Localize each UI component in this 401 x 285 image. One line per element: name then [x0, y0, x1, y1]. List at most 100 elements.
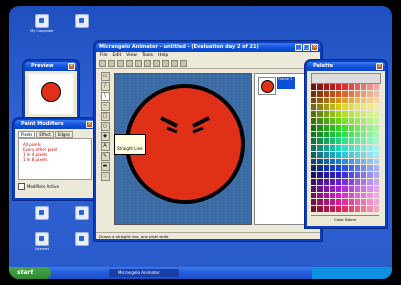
palette-swatch[interactable] — [367, 90, 373, 97]
palette-swatch[interactable] — [317, 104, 323, 111]
palette-swatch[interactable] — [317, 165, 323, 172]
palette-swatch[interactable] — [354, 179, 361, 185]
palette-swatch[interactable] — [367, 192, 373, 199]
palette-swatch[interactable] — [361, 206, 367, 212]
line-tool-icon[interactable]: \ — [100, 92, 110, 101]
palette-swatch[interactable] — [348, 84, 354, 90]
palette-swatch[interactable] — [348, 111, 354, 117]
fill-tool-icon[interactable]: ◆ — [100, 132, 110, 141]
palette-swatch[interactable] — [373, 138, 379, 145]
palette-swatch[interactable] — [336, 145, 342, 151]
palette-swatch[interactable] — [311, 206, 317, 212]
palette-swatch[interactable] — [323, 172, 329, 179]
palette-swatch[interactable] — [373, 145, 379, 151]
palette-swatch[interactable] — [342, 124, 348, 131]
palette-swatch[interactable] — [342, 165, 348, 172]
palette-swatch[interactable] — [373, 165, 379, 172]
palette-swatch[interactable] — [361, 117, 367, 124]
palette-swatch[interactable] — [354, 151, 361, 158]
palette-swatch[interactable] — [336, 179, 342, 185]
palette-swatch[interactable] — [373, 124, 379, 131]
palette-swatch[interactable] — [317, 138, 323, 145]
palette-swatch[interactable] — [373, 199, 379, 206]
palette-swatch[interactable] — [323, 179, 329, 185]
palette-swatch[interactable] — [342, 192, 348, 199]
palette-swatch[interactable] — [348, 131, 354, 138]
palette-swatch[interactable] — [317, 158, 323, 165]
option-1-in-8[interactable]: 1 in 8 pixels — [23, 157, 87, 162]
palette-swatch[interactable] — [373, 158, 379, 165]
palette-swatch[interactable] — [361, 158, 367, 165]
palette-swatch[interactable] — [317, 90, 323, 97]
palette-swatch[interactable] — [323, 104, 329, 111]
eyedropper-tool-icon[interactable]: ✎ — [100, 152, 110, 161]
palette-swatch[interactable] — [348, 172, 354, 179]
palette-swatch[interactable] — [361, 124, 367, 131]
palette-swatch[interactable] — [336, 111, 342, 117]
palette-swatch[interactable] — [317, 172, 323, 179]
paint-modifiers-titlebar[interactable]: Paint Modifiers × — [15, 120, 95, 129]
palette-swatch[interactable] — [323, 90, 329, 97]
palette-swatch[interactable] — [323, 131, 329, 138]
palette-swatch[interactable] — [336, 151, 342, 158]
palette-swatch[interactable] — [311, 145, 317, 151]
palette-swatch[interactable] — [329, 206, 336, 212]
palette-swatch[interactable] — [361, 172, 367, 179]
play-icon[interactable] — [180, 60, 187, 67]
palette-swatch[interactable] — [348, 185, 354, 192]
palette-swatch[interactable] — [348, 199, 354, 206]
palette-swatch[interactable] — [336, 117, 342, 124]
palette-swatch[interactable] — [361, 165, 367, 172]
menu-tools[interactable]: Tools — [142, 52, 153, 59]
palette-swatch[interactable] — [348, 124, 354, 131]
palette-swatch[interactable] — [336, 199, 342, 206]
palette-swatch[interactable] — [329, 172, 336, 179]
palette-swatch[interactable] — [354, 199, 361, 206]
palette-swatch[interactable] — [348, 192, 354, 199]
palette-swatch[interactable] — [348, 104, 354, 111]
palette-swatch[interactable] — [354, 172, 361, 179]
palette-swatch[interactable] — [336, 138, 342, 145]
palette-swatch[interactable] — [317, 151, 323, 158]
palette-swatch[interactable] — [342, 158, 348, 165]
palette-swatch[interactable] — [311, 165, 317, 172]
palette-swatch[interactable] — [354, 111, 361, 117]
animator-titlebar[interactable]: Micrangelo Animator - untitled - (Evalua… — [96, 43, 320, 52]
palette-swatch[interactable] — [329, 117, 336, 124]
palette-swatch[interactable] — [367, 131, 373, 138]
palette-swatch[interactable] — [336, 206, 342, 212]
palette-swatch[interactable] — [373, 84, 379, 90]
palette-swatch[interactable] — [336, 158, 342, 165]
palette-swatch[interactable] — [354, 185, 361, 192]
palette-swatch[interactable] — [373, 111, 379, 117]
taskbar-animator-button[interactable]: Micrangelo Animator — [109, 269, 179, 277]
palette-swatch[interactable] — [317, 131, 323, 138]
tab-pixels[interactable]: Pixels — [18, 131, 36, 138]
palette-swatch[interactable] — [329, 104, 336, 111]
palette-swatch[interactable] — [342, 145, 348, 151]
palette-swatch[interactable] — [342, 90, 348, 97]
palette-swatch[interactable] — [329, 192, 336, 199]
palette-swatch[interactable] — [348, 206, 354, 212]
preview-titlebar[interactable]: Preview × — [25, 62, 77, 71]
palette-swatch[interactable] — [323, 138, 329, 145]
copy-icon[interactable] — [135, 60, 142, 67]
palette-swatch[interactable] — [311, 131, 317, 138]
text-tool-icon[interactable]: A — [100, 142, 110, 151]
palette-swatch[interactable] — [367, 117, 373, 124]
palette-swatch[interactable] — [342, 131, 348, 138]
palette-swatch[interactable] — [336, 97, 342, 104]
palette-swatch[interactable] — [323, 199, 329, 206]
palette-swatch[interactable] — [354, 192, 361, 199]
palette-swatch[interactable] — [336, 165, 342, 172]
palette-swatch[interactable] — [354, 124, 361, 131]
palette-swatch[interactable] — [336, 172, 342, 179]
palette-grid[interactable] — [311, 84, 379, 212]
palette-swatch[interactable] — [323, 117, 329, 124]
palette-swatch[interactable] — [361, 151, 367, 158]
palette-swatch[interactable] — [373, 151, 379, 158]
palette-swatch[interactable] — [354, 117, 361, 124]
palette-swatch[interactable] — [348, 158, 354, 165]
start-button[interactable]: start — [9, 267, 51, 279]
palette-swatch[interactable] — [348, 151, 354, 158]
